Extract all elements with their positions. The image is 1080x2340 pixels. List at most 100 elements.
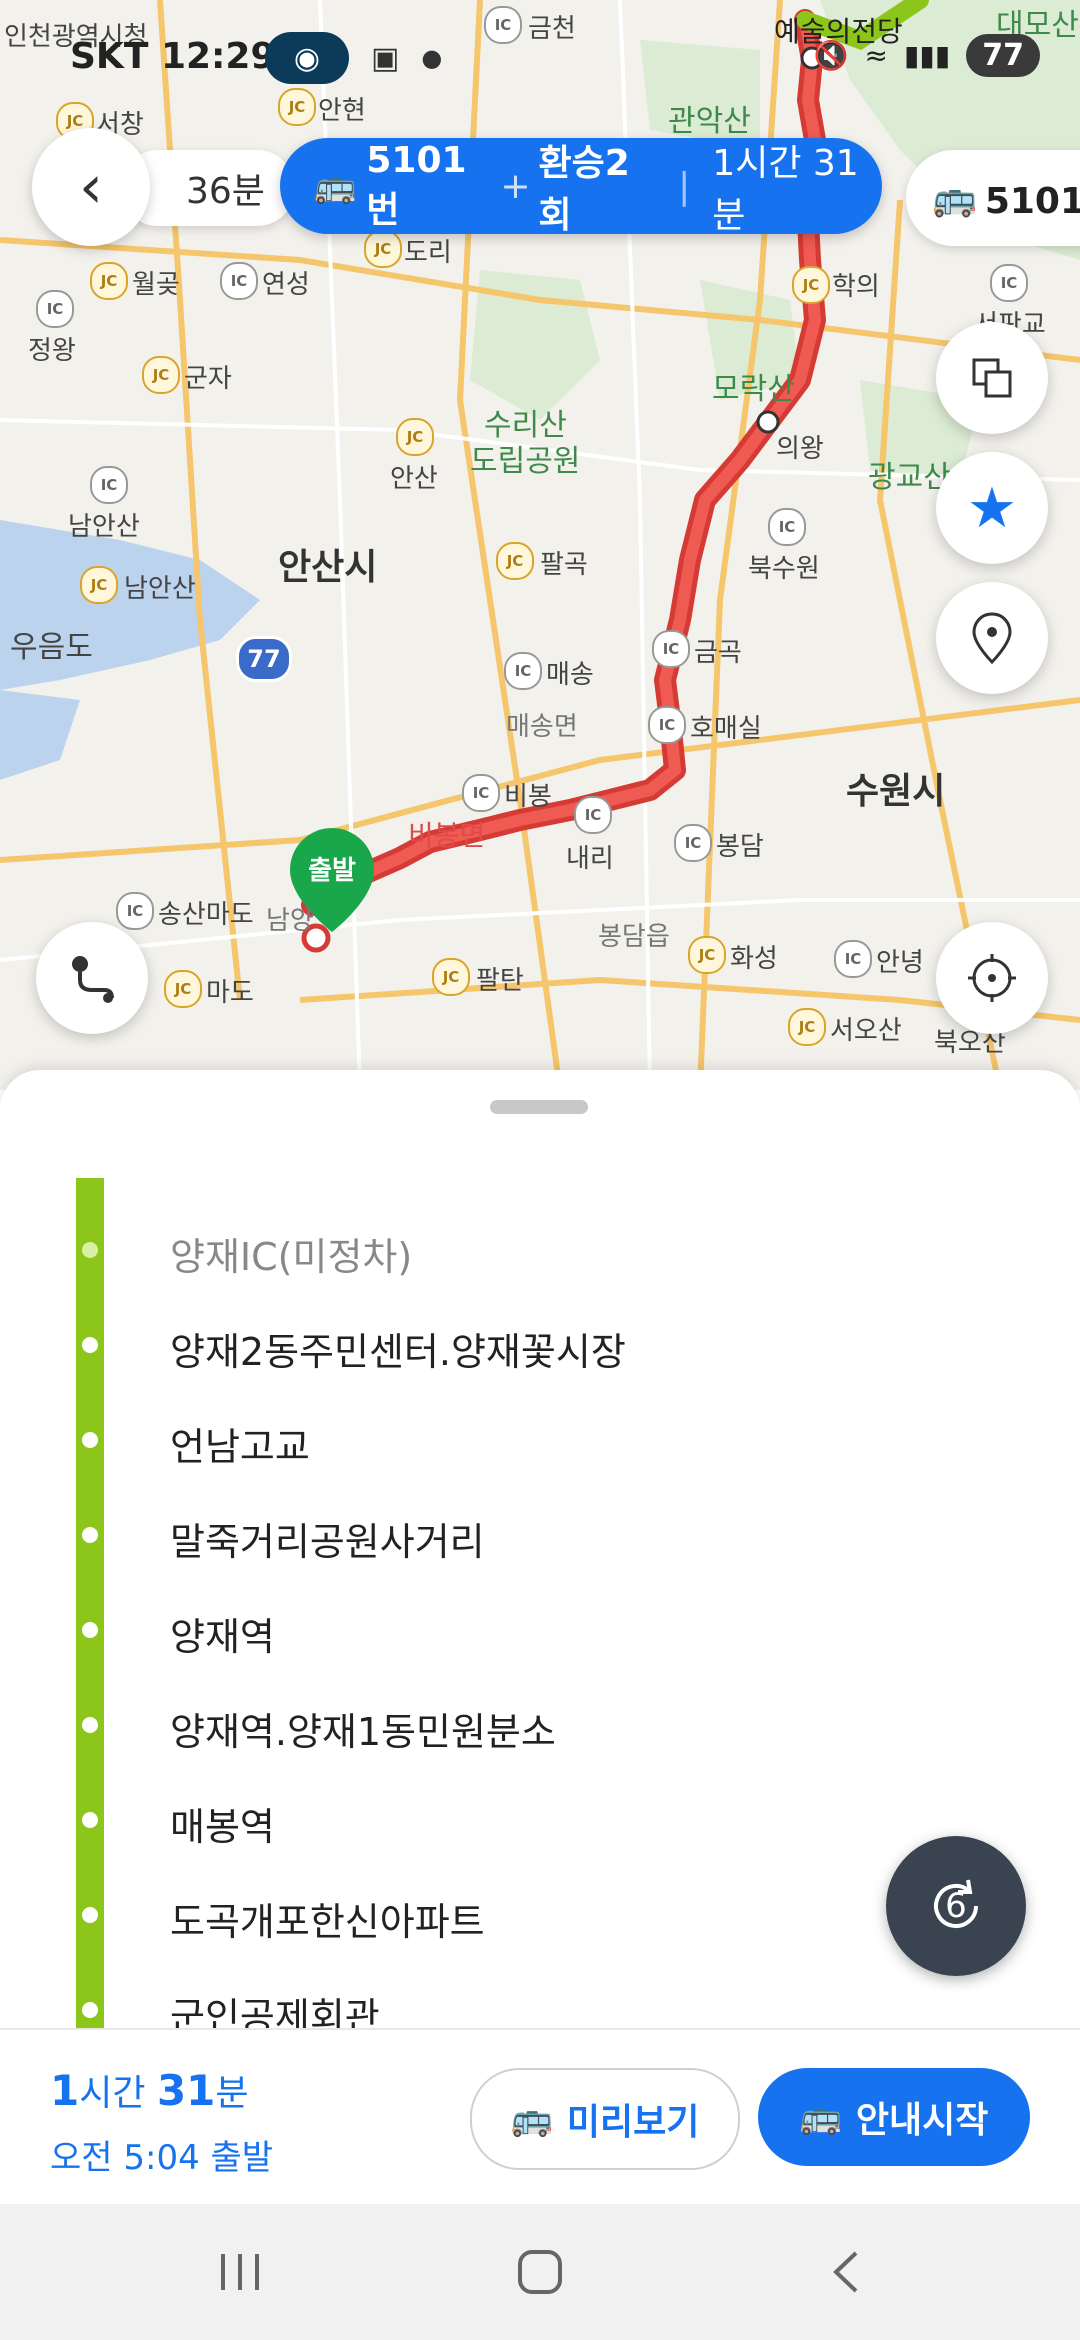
route-option-selected[interactable]: 🚌 5101번 + 환승2회 | 1시간 31분 — [280, 138, 882, 236]
ic-badge: IC — [462, 774, 500, 812]
system-back-button[interactable] — [806, 2240, 886, 2304]
wifi-icon: ≈ — [864, 39, 889, 72]
route-option-next-bus: 5101번 — [984, 181, 1080, 222]
list-item[interactable]: 양재역.양재1동민원분소 — [0, 1677, 1080, 1773]
stop-name: 양재역.양재1동민원분소 — [170, 1710, 556, 1754]
list-item[interactable]: 양재IC(미정차) — [0, 1202, 1080, 1298]
status-bar: SKT 12:29 ◉ ▣ ● 🔇 ≈ ▮▮▮ 77 — [0, 0, 1080, 120]
stop-name: 도곡개포한신아파트 — [170, 1900, 485, 1944]
map-label: 마도 — [206, 978, 254, 1008]
map-label: 도리 — [404, 238, 452, 268]
ic-badge: IC — [220, 262, 258, 300]
list-item[interactable]: 언남고교 — [0, 1392, 1080, 1488]
route-toggle-button[interactable] — [36, 922, 148, 1034]
map-label: 금곡 — [694, 638, 742, 668]
favorite-button[interactable]: ★ — [936, 452, 1048, 564]
location-pin-icon — [972, 612, 1012, 665]
jc-badge: JC — [496, 542, 534, 580]
stop-dot — [82, 1907, 98, 1923]
departure-time: 오전 5:04 출발 — [50, 2138, 274, 2178]
map-label: 남안산 — [68, 512, 140, 542]
stop-dot — [82, 1242, 98, 1258]
start-marker-label: 출발 — [308, 856, 356, 886]
preview-button[interactable]: 🚌 미리보기 — [470, 2068, 740, 2170]
map-label: 팔곡 — [540, 550, 588, 580]
refresh-button[interactable]: 6 — [886, 1836, 1026, 1976]
stop-name: 양재역 — [170, 1615, 275, 1659]
stop-name: 말죽거리공원사거리 — [170, 1520, 485, 1564]
map-label: 송산마도 — [158, 900, 254, 930]
stop-dot — [82, 1432, 98, 1448]
ic-badge: IC — [652, 630, 690, 668]
ic-badge: IC — [90, 466, 128, 504]
status-time: SKT 12:29 — [70, 36, 276, 77]
stop-name: 매봉역 — [170, 1805, 275, 1849]
stop-dot — [82, 1337, 98, 1353]
jc-badge: JC — [792, 266, 830, 304]
map-label: 안녕 — [876, 948, 924, 978]
map-label: 비봉 — [504, 782, 552, 812]
stop-dot — [82, 1527, 98, 1543]
map-label: 호매실 — [690, 714, 762, 744]
map-label: 학의 — [832, 272, 880, 302]
place-button[interactable] — [936, 582, 1048, 694]
start-navigation-button[interactable]: 🚌 안내시작 — [758, 2068, 1030, 2166]
map-label: 화성 — [730, 944, 778, 974]
map-label: 정왕 — [28, 336, 76, 366]
jc-badge: JC — [432, 958, 470, 996]
system-nav-bar — [0, 2204, 1080, 2340]
bus-icon: 🚌 — [932, 178, 977, 219]
recent-apps-icon — [221, 2254, 259, 2290]
ic-badge: IC — [674, 824, 712, 862]
stop-dot — [82, 1622, 98, 1638]
map-label: 봉담읍 — [598, 922, 670, 952]
map-label: 안산시 — [278, 547, 378, 588]
back-button[interactable]: ‹ — [32, 128, 150, 246]
ic-badge: IC — [834, 940, 872, 978]
bus-number: 5101번 — [366, 139, 467, 231]
layers-button[interactable] — [936, 322, 1048, 434]
plus-sign: + — [500, 165, 531, 207]
stop-dot — [82, 1812, 98, 1828]
jc-badge: JC — [688, 936, 726, 974]
ic-badge: IC — [648, 706, 686, 744]
home-button[interactable] — [500, 2240, 580, 2304]
stop-dot — [82, 2002, 98, 2018]
jc-badge: JC — [90, 262, 128, 300]
ic-badge: IC — [574, 796, 612, 834]
list-item[interactable]: 말죽거리공원사거리 — [0, 1487, 1080, 1583]
map-label: 모락산 — [712, 372, 795, 407]
list-item[interactable]: 양재2동주민센터.양재꽃시장 — [0, 1297, 1080, 1393]
recent-apps-button[interactable] — [200, 2240, 280, 2304]
my-location-button[interactable] — [936, 922, 1048, 1034]
chevron-left-icon: ‹ — [79, 152, 103, 222]
total-duration: 1시간 31분 — [50, 2066, 249, 2115]
refresh-count: 6 — [945, 1886, 967, 1926]
list-item[interactable]: 양재역 — [0, 1582, 1080, 1678]
map-label: 군자 — [184, 364, 232, 394]
map-label: 북수원 — [748, 554, 820, 584]
chevron-left-icon — [833, 2251, 858, 2293]
layers-icon — [972, 358, 1012, 398]
map-label: 봉담 — [716, 832, 764, 862]
mute-icon: 🔇 — [813, 39, 849, 72]
map-label: 매송면 — [506, 712, 578, 742]
map-label: 비봉면 — [408, 819, 486, 852]
map-label: 월곶 — [132, 270, 180, 300]
stop-name: 언남고교 — [170, 1425, 310, 1469]
ic-badge: IC — [504, 652, 542, 690]
map-label: 안산 — [390, 464, 438, 494]
map-label: 수원시 — [846, 771, 946, 812]
jc-badge: JC — [142, 356, 180, 394]
bus-icon: 🚌 — [510, 2099, 553, 2139]
sheet-handle[interactable] — [490, 1100, 588, 1114]
map-label: 팔탄 — [476, 966, 524, 996]
ic-badge: IC — [116, 892, 154, 930]
star-icon: ★ — [966, 475, 1018, 541]
start-label: 안내시작 — [855, 2100, 989, 2141]
notification-pill-icon: ◉ — [265, 32, 349, 84]
dot-icon: ● — [421, 44, 443, 72]
stop-dot — [82, 1717, 98, 1733]
route-option-next[interactable]: 🚌 5101번 — [906, 150, 1080, 246]
jc-badge: JC — [364, 230, 402, 268]
